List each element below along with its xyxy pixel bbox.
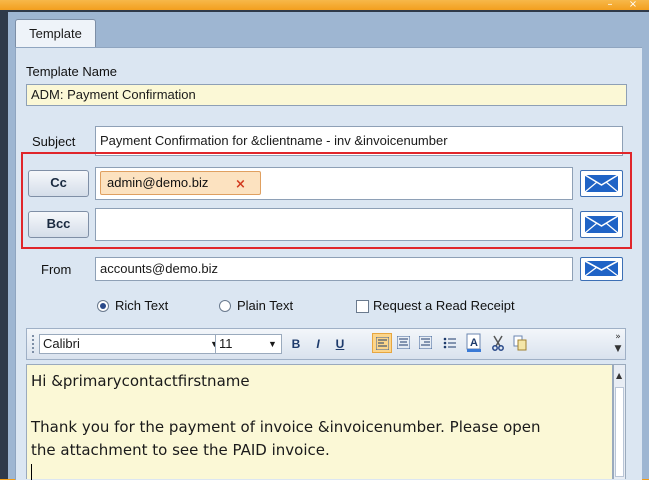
align-left-button[interactable] bbox=[372, 333, 392, 353]
cc-recipient-email: admin@demo.biz bbox=[107, 175, 209, 190]
copy-icon bbox=[513, 335, 527, 351]
bcc-address-book-button[interactable] bbox=[580, 211, 623, 238]
editor-scrollbar[interactable]: ▲ bbox=[613, 364, 626, 479]
text-cursor bbox=[31, 464, 32, 480]
close-icon[interactable]: × bbox=[627, 0, 639, 10]
editor-line: the attachment to see the PAID invoice. bbox=[31, 441, 330, 459]
read-receipt-checkbox[interactable] bbox=[356, 300, 369, 313]
tab-template[interactable]: Template bbox=[15, 19, 96, 48]
font-size-select[interactable]: 11 ▼ bbox=[215, 334, 282, 354]
scissors-icon bbox=[492, 335, 504, 351]
overflow-icon: » bbox=[615, 332, 621, 342]
scrollbar-thumb[interactable] bbox=[615, 387, 624, 477]
italic-button[interactable]: I bbox=[308, 334, 328, 354]
plain-text-label[interactable]: Plain Text bbox=[237, 298, 293, 313]
remove-chip-icon[interactable]: × bbox=[235, 177, 246, 192]
underline-button[interactable]: U bbox=[330, 334, 350, 354]
template-name-label: Template Name bbox=[26, 64, 118, 79]
font-select-value: Calibri bbox=[43, 336, 80, 351]
bcc-button[interactable]: Bcc bbox=[28, 211, 89, 238]
mail-icon bbox=[584, 215, 619, 234]
bullet-list-button[interactable] bbox=[440, 333, 460, 353]
editor-line: Hi &primarycontactfirstname bbox=[31, 372, 250, 390]
copy-button[interactable] bbox=[510, 333, 530, 353]
from-address-book-button[interactable] bbox=[580, 257, 623, 281]
svg-text:A: A bbox=[470, 337, 478, 349]
toolbar-overflow-button[interactable]: » ▼ bbox=[612, 331, 624, 357]
rich-text-label[interactable]: Rich Text bbox=[115, 298, 168, 313]
font-color-button[interactable]: A bbox=[464, 332, 484, 354]
mail-icon bbox=[584, 174, 619, 193]
font-color-icon: A bbox=[466, 333, 481, 352]
bold-button[interactable]: B bbox=[286, 334, 306, 354]
cc-address-book-button[interactable] bbox=[580, 170, 623, 197]
scroll-up-icon[interactable]: ▲ bbox=[616, 371, 622, 380]
message-editor[interactable]: Hi &primarycontactfirstname Thank you fo… bbox=[26, 364, 613, 480]
formatting-toolbar: Calibri ▼ 11 ▼ B I U A bbox=[26, 328, 626, 360]
chevron-down-icon[interactable]: ▼ bbox=[268, 335, 277, 353]
from-field[interactable]: accounts@demo.biz bbox=[95, 257, 573, 281]
template-name-field[interactable]: ADM: Payment Confirmation bbox=[26, 84, 627, 106]
cc-button[interactable]: Cc bbox=[28, 170, 89, 197]
font-size-value: 11 bbox=[219, 336, 233, 351]
align-left-icon bbox=[376, 337, 389, 350]
align-right-button[interactable] bbox=[416, 333, 436, 353]
read-receipt-label[interactable]: Request a Read Receipt bbox=[373, 298, 515, 313]
cut-button[interactable] bbox=[488, 333, 508, 353]
plain-text-radio[interactable] bbox=[219, 300, 231, 312]
rich-text-radio[interactable] bbox=[97, 300, 109, 312]
align-center-icon bbox=[397, 336, 410, 349]
font-select[interactable]: Calibri ▼ bbox=[39, 334, 224, 354]
from-label: From bbox=[41, 262, 72, 277]
toolbar-grip[interactable] bbox=[32, 335, 37, 353]
align-right-icon bbox=[419, 336, 432, 349]
mail-icon bbox=[584, 260, 619, 277]
align-center-button[interactable] bbox=[394, 333, 414, 353]
bullet-list-icon bbox=[443, 337, 456, 349]
editor-line: Thank you for the payment of invoice &in… bbox=[31, 418, 541, 436]
subject-label: Subject bbox=[32, 134, 76, 149]
cc-recipient-chip[interactable]: admin@demo.biz × bbox=[100, 171, 261, 195]
bcc-field[interactable] bbox=[95, 208, 573, 241]
minimize-icon[interactable]: – bbox=[604, 0, 616, 10]
